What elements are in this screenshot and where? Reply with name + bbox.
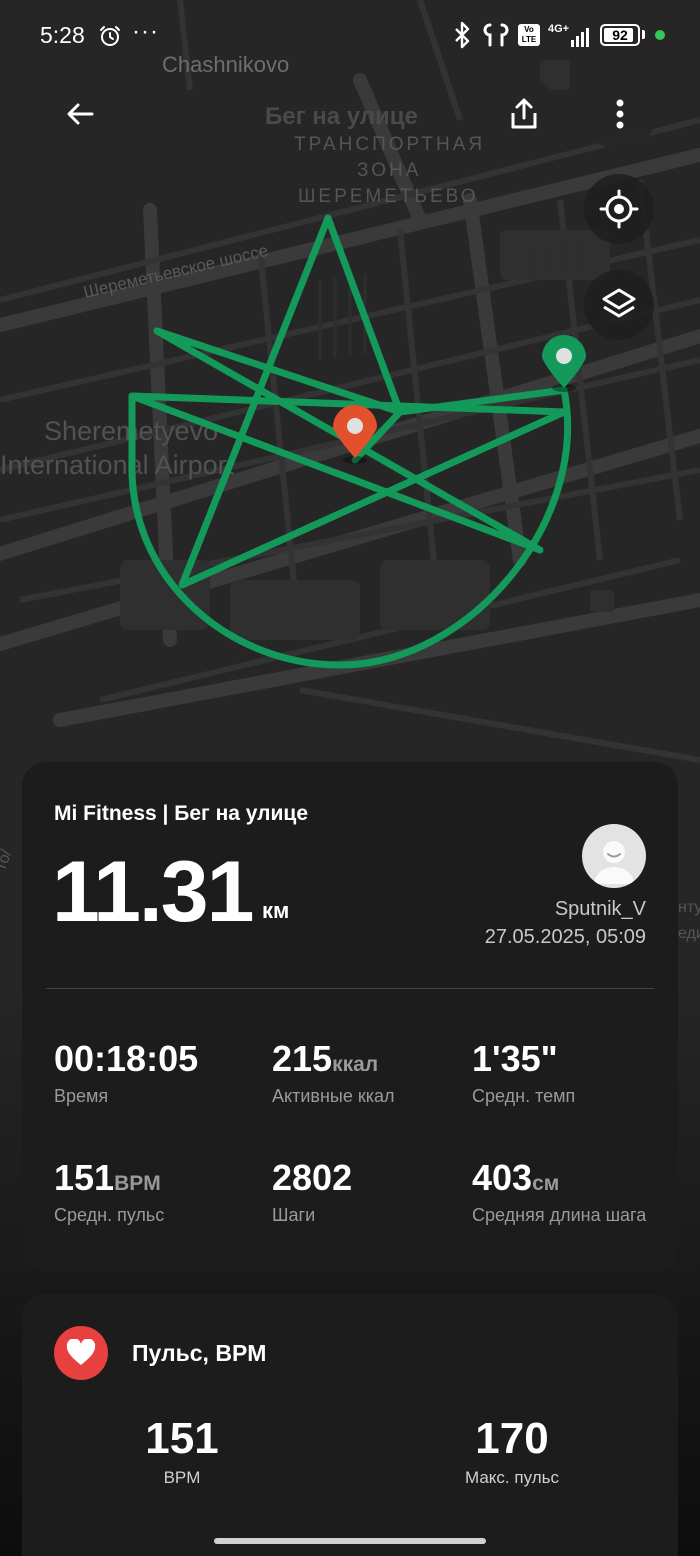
layers-icon [602,288,636,318]
stat-value: 1'35" [472,1038,558,1079]
map-label-zone-3: ШЕРЕМЕТЬЕВО [298,186,479,207]
heart-rate-average-value: 151 [145,1414,219,1463]
more-options-button[interactable] [584,78,656,150]
map-label-zone-2: ЗОНА [357,160,421,181]
status-icons: Vo LTE 4G+ [452,20,590,50]
heart-icon [66,1339,96,1365]
stat-value: 2802 [272,1157,353,1198]
cellular-signal-icon: 4G+ [548,23,590,47]
share-icon [511,98,537,129]
stat-steps: 2802 Шаги [272,1157,352,1226]
locate-button[interactable] [584,174,654,244]
map-label-title: Бег на улице [265,103,418,130]
volte-icon: Vo LTE [518,24,540,46]
share-button[interactable] [488,78,560,150]
battery-icon: 92 [600,24,640,46]
volte-label: Vo LTE [521,25,537,44]
stat-value: 00:18:05 [54,1038,199,1079]
heart-rate-max-label: Макс. пульс [465,1468,559,1487]
user-avatar-icon [594,841,634,884]
stat-label: Средн. темп [472,1086,576,1106]
stat-duration: 00:18:05 Время [54,1038,198,1107]
distance-value: 11.31 [52,844,254,940]
map-label-zone-1: ТРАНСПОРТНАЯ [294,134,485,155]
status-bar: 5:28 ··· Vo LTE 4G+ 92 [0,0,700,70]
map-label-edge-right-2: еди [678,925,700,942]
stat-label: Средняя длина шага [472,1205,647,1225]
battery-tip [642,30,645,39]
heart-rate-average-label: BPM [163,1468,201,1487]
stat-label: Время [54,1086,109,1106]
privacy-indicator-dot [655,30,665,40]
heart-rate-card[interactable]: Пульс, BPM 151 BPM 170 Макс. пульс [22,1294,678,1556]
workout-datetime: 27.05.2025, 05:09 [484,926,646,948]
heart-rate-max: 170 Макс. пульс [412,1414,612,1488]
status-overflow: ··· [132,18,159,45]
more-vertical-icon [616,99,624,129]
network-type-label: 4G+ [548,23,570,35]
workout-title: Mi Fitness | Бег на улице [54,802,309,825]
battery-percent: 92 [612,27,628,43]
crosshair-icon [599,189,639,229]
stat-stride-length: 403см Средняя длина шага [472,1157,646,1226]
avatar[interactable] [582,824,646,888]
stat-label: Средн. пульс [54,1205,165,1225]
heart-badge [54,1326,108,1380]
status-time: 5:28 [40,22,85,48]
stat-label: Шаги [272,1205,316,1225]
username[interactable]: Sputnik_V [555,898,646,921]
alarm-clock-icon [100,26,120,46]
stat-value: 215ккал [272,1038,379,1079]
heart-rate-max-value: 170 [475,1414,549,1463]
earbuds-icon [483,23,509,47]
stat-value: 403см [472,1157,560,1198]
arrow-left-icon [67,103,94,125]
stat-avg-heart-rate: 151BPM Средн. пульс [54,1157,164,1226]
heart-rate-average: 151 BPM [82,1414,282,1488]
distance-unit: км [262,898,290,923]
stat-value: 151BPM [54,1157,161,1198]
stat-active-calories: 215ккал Активные ккал [272,1038,395,1107]
map-label-airport-2: International Airport [0,450,235,480]
heart-rate-title: Пульс, BPM [132,1340,267,1366]
map-label-edge-right-1: нту [678,899,700,916]
bluetooth-icon [455,21,470,49]
workout-summary-card: Mi Fitness | Бег на улице 11.31 км Sputn… [22,762,678,1272]
map-layers-button[interactable] [584,270,654,340]
stat-label: Активные ккал [272,1086,395,1106]
home-indicator[interactable] [214,1538,486,1544]
back-button[interactable] [44,78,116,150]
stat-avg-pace: 1'35" Средн. темп [472,1038,575,1107]
divider [46,988,654,989]
